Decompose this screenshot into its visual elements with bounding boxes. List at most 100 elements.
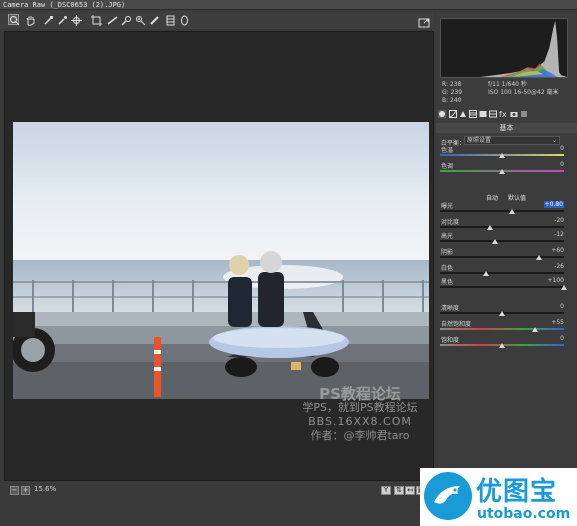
watermark-line-2: 学PS，就到PS教程论坛 xyxy=(302,401,418,414)
utobao-logo: 优图宝 utobao.com xyxy=(420,468,577,526)
red-eye-tool-icon[interactable] xyxy=(134,14,146,26)
slider-label: 白色 xyxy=(441,265,454,272)
slider-thumb[interactable] xyxy=(499,343,505,348)
zoom-tool-icon[interactable] xyxy=(8,14,20,26)
slider-thumb[interactable] xyxy=(499,169,505,174)
slider-thumb[interactable] xyxy=(482,271,489,276)
slider-blacks[interactable]: 黑色 +100 xyxy=(440,277,568,293)
slider-track[interactable] xyxy=(440,226,564,228)
slider-value-field[interactable]: +55 xyxy=(544,319,564,326)
image-preview[interactable]: PS教程论坛 学PS，就到PS教程论坛 BBS.16XX8.COM 作者：@李帅… xyxy=(4,31,434,481)
slider-thumb[interactable] xyxy=(508,209,515,214)
slider-thumb[interactable] xyxy=(532,327,539,332)
readout-b: B: 240 xyxy=(442,97,462,104)
slider-label: 曝光 xyxy=(441,203,454,210)
tab-hsl-icon[interactable] xyxy=(469,110,477,118)
tab-split-toning-icon[interactable] xyxy=(479,110,487,118)
logo-name: 优图宝 xyxy=(476,477,558,507)
watermark-line-1: PS教程论坛 xyxy=(319,385,401,403)
slider-label: 色调 xyxy=(441,163,454,170)
chevron-down-icon: ⌄ xyxy=(551,137,557,144)
slider-value-field[interactable]: 0 xyxy=(544,335,564,342)
auto-default-row: 自动 默认值 xyxy=(440,193,568,202)
histogram xyxy=(440,18,568,78)
slider-thumb[interactable] xyxy=(536,255,543,260)
readout-r: R: 238 xyxy=(442,81,462,88)
slider-label: 色温 xyxy=(441,147,454,154)
slider-thumb[interactable] xyxy=(561,285,567,290)
fullscreen-icon[interactable] xyxy=(418,14,430,28)
slider-exposure[interactable]: 曝光 +0.80 xyxy=(440,201,568,217)
slider-value-field[interactable]: -12 xyxy=(544,231,564,238)
straighten-tool-icon[interactable] xyxy=(106,14,118,25)
tab-detail-icon[interactable] xyxy=(459,110,467,118)
white-balance-select[interactable]: 原照设置 ⌄ xyxy=(464,136,560,145)
exif-iso-lens: ISO 100 16-50@42 毫米 xyxy=(488,89,559,96)
slider-value-field[interactable]: +0.80 xyxy=(543,201,564,208)
title-bar: Camera Raw (_DSC0653 (2).JPG) xyxy=(0,0,577,10)
adjustment-brush-icon[interactable] xyxy=(148,14,159,25)
white-balance-tool-icon[interactable] xyxy=(42,14,53,25)
slider-shadows[interactable]: 阴影 +60 xyxy=(440,247,568,263)
zoom-level-select[interactable]: 15.6% xyxy=(34,485,56,493)
targeted-adjustment-tool-icon[interactable] xyxy=(70,14,82,26)
slider-value-field[interactable]: 0 xyxy=(544,145,564,152)
toolbar xyxy=(0,11,434,29)
slider-track[interactable] xyxy=(440,210,564,212)
white-balance-value: 原照设置 xyxy=(467,137,492,144)
slider-highlights[interactable]: 高光 -12 xyxy=(440,231,568,247)
slider-value-field[interactable]: 0 xyxy=(544,303,564,310)
slider-thumb[interactable] xyxy=(491,239,498,244)
exif-exposure: f/11 1/640 秒 xyxy=(488,81,527,88)
tab-tone-curve-icon[interactable] xyxy=(449,110,457,118)
tab-camera-calibration-icon[interactable] xyxy=(510,110,518,118)
slider-label: 清晰度 xyxy=(441,305,460,312)
slider-tint[interactable]: 色调 0 xyxy=(440,161,568,177)
slider-track[interactable] xyxy=(440,328,564,330)
slider-clarity[interactable]: 清晰度 0 xyxy=(440,303,568,319)
slider-label: 高光 xyxy=(441,233,454,240)
slider-thumb[interactable] xyxy=(486,225,493,230)
slider-value-field[interactable]: +100 xyxy=(544,277,564,284)
slider-track[interactable] xyxy=(440,240,564,242)
auto-link[interactable]: 自动 xyxy=(486,193,498,202)
zoom-out-button[interactable]: − xyxy=(10,486,19,495)
slider-label: 自然饱和度 xyxy=(441,321,472,328)
slider-value-field[interactable]: 0 xyxy=(544,161,564,168)
slider-thumb[interactable] xyxy=(499,153,505,158)
spot-removal-tool-icon[interactable] xyxy=(120,14,131,26)
photo-preview xyxy=(13,122,429,399)
status-bar: − + 15.6% Y ⇅ ↤ ▣ xyxy=(4,484,434,498)
hand-tool-icon[interactable] xyxy=(24,14,35,26)
slider-vibrance[interactable]: 自然饱和度 +55 xyxy=(440,319,568,335)
slider-value-field[interactable]: -20 xyxy=(544,217,564,224)
default-link[interactable]: 默认值 xyxy=(508,193,526,202)
slider-track[interactable] xyxy=(440,286,564,288)
slider-value-field[interactable]: +60 xyxy=(544,247,564,254)
watermark: PS教程论坛 学PS，就到PS教程论坛 BBS.16XX8.COM 作者：@李帅… xyxy=(280,387,440,443)
slider-label: 饱和度 xyxy=(441,337,460,344)
zoom-in-button[interactable]: + xyxy=(21,486,30,495)
panel-tabs: fx xyxy=(438,110,572,120)
graduated-filter-icon[interactable] xyxy=(164,14,175,26)
slider-track[interactable] xyxy=(440,256,564,258)
crop-tool-icon[interactable] xyxy=(90,14,102,26)
slider-track[interactable] xyxy=(440,272,564,274)
slider-saturation[interactable]: 饱和度 0 xyxy=(440,335,568,351)
slider-temperature[interactable]: 色温 0 xyxy=(440,145,568,161)
slider-thumb[interactable] xyxy=(499,311,505,316)
tab-basic-icon[interactable] xyxy=(438,110,446,118)
radial-filter-icon[interactable] xyxy=(178,14,189,26)
watermark-line-3: BBS.16XX8.COM xyxy=(308,415,412,428)
tab-effects-icon[interactable]: fx xyxy=(499,110,507,118)
color-sampler-tool-icon[interactable] xyxy=(56,14,67,25)
section-title-basic: 基本 xyxy=(436,123,577,133)
copy-settings-button[interactable]: ↤ xyxy=(405,486,415,495)
pixel-readout: R: 238 G: 239 B: 240 f/11 1/640 秒 ISO 10… xyxy=(440,81,570,109)
before-after-y-button[interactable]: Y xyxy=(381,486,391,495)
swap-view-button[interactable]: ⇅ xyxy=(394,486,404,495)
logo-url: utobao.com xyxy=(477,506,571,522)
tab-presets-icon[interactable] xyxy=(520,110,528,118)
slider-value-field[interactable]: -26 xyxy=(544,263,564,270)
tab-lens-corrections-icon[interactable] xyxy=(489,110,497,118)
